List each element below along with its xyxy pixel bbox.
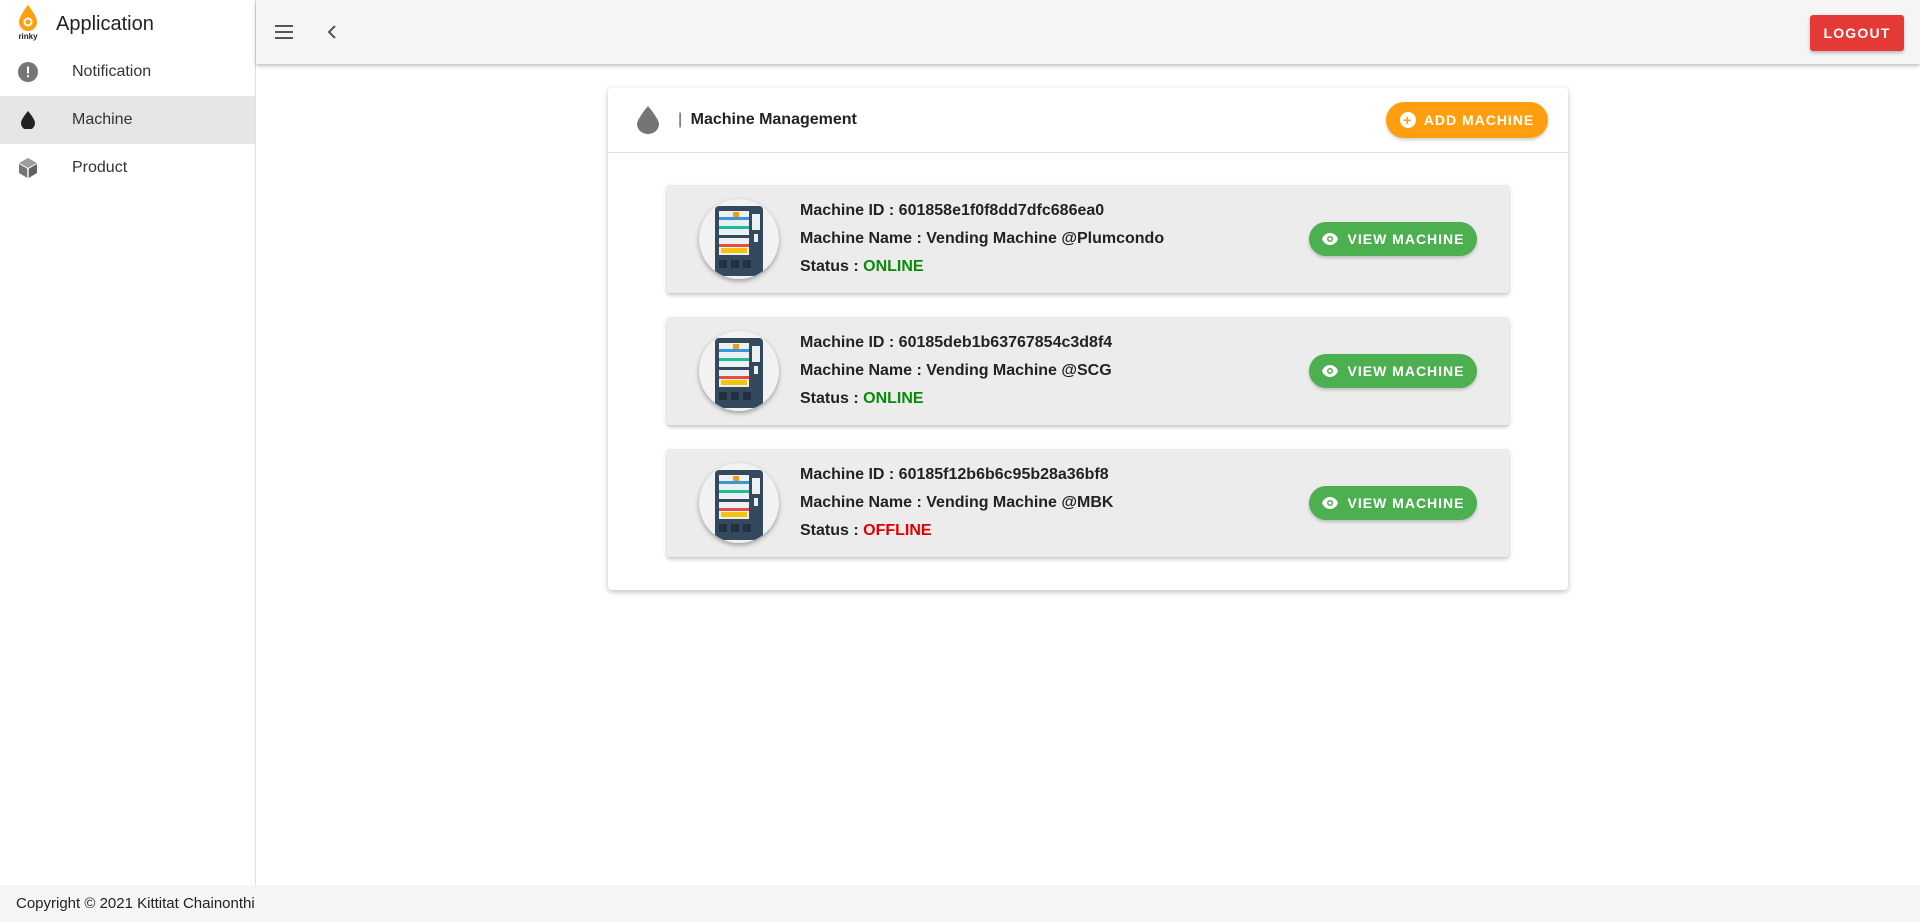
machine-row: Machine ID : 601858e1f0f8dd7dfc686ea0 Ma…	[667, 185, 1509, 293]
copyright-text: Copyright © 2021 Kittitat Chainonthi	[16, 895, 255, 912]
vending-machine-icon	[699, 463, 779, 543]
water-drop-icon	[636, 105, 660, 135]
sidebar: rinky Application Notification Machine P…	[0, 0, 256, 885]
machine-row: Machine ID : 60185deb1b63767854c3d8f4 Ma…	[667, 317, 1509, 425]
add-machine-button[interactable]: + ADD MACHINE	[1386, 102, 1548, 138]
machine-status-line: Status : ONLINE	[800, 253, 1164, 281]
sidebar-item-label: Machine	[72, 111, 133, 128]
view-machine-button[interactable]: VIEW MACHINE	[1309, 354, 1477, 388]
top-app-bar: LOGOUT	[256, 0, 1920, 64]
water-drop-icon	[18, 110, 38, 130]
sidebar-item-machine[interactable]: Machine	[0, 96, 255, 144]
footer: Copyright © 2021 Kittitat Chainonthi	[0, 885, 1920, 922]
logo-text: rinky	[18, 32, 38, 41]
machine-name: Machine Name : Vending Machine @Plumcond…	[800, 230, 1165, 247]
view-machine-button[interactable]: VIEW MACHINE	[1309, 222, 1477, 256]
sidebar-item-notification[interactable]: Notification	[0, 48, 255, 96]
title-separator: |	[678, 111, 683, 128]
machine-status-line: Status : ONLINE	[800, 385, 1112, 413]
machine-info: Machine ID : 60185f12b6b6c95b28a36bf8 Ma…	[800, 461, 1113, 545]
machine-management-card: | Machine Management + ADD MACHINE Machi…	[608, 88, 1568, 590]
machine-info: Machine ID : 601858e1f0f8dd7dfc686ea0 Ma…	[800, 197, 1164, 281]
view-machine-label: VIEW MACHINE	[1347, 495, 1465, 511]
eye-icon	[1321, 233, 1338, 245]
chevron-left-icon	[327, 25, 336, 39]
status-badge: ONLINE	[863, 390, 924, 407]
vending-machine-icon	[699, 331, 779, 411]
collapse-button[interactable]	[312, 12, 352, 52]
card-header: | Machine Management + ADD MACHINE	[608, 88, 1568, 153]
sidebar-item-product[interactable]: Product	[0, 144, 255, 192]
view-machine-label: VIEW MACHINE	[1347, 231, 1465, 247]
machine-name: Machine Name : Vending Machine @MBK	[800, 494, 1114, 511]
status-badge: ONLINE	[863, 258, 924, 275]
eye-icon	[1321, 365, 1338, 377]
app-logo[interactable]: rinky	[14, 4, 42, 44]
page-title: | Machine Management	[678, 111, 857, 129]
hamburger-icon	[275, 25, 293, 39]
status-badge: OFFLINE	[863, 522, 932, 539]
plus-circle-icon: +	[1399, 112, 1416, 128]
sidebar-item-label: Notification	[72, 63, 152, 80]
machine-id: Machine ID : 60185f12b6b6c95b28a36bf8	[800, 466, 1109, 483]
machine-row: Machine ID : 60185f12b6b6c95b28a36bf8 Ma…	[667, 449, 1509, 557]
status-label: Status :	[800, 522, 859, 539]
status-label: Status :	[800, 258, 859, 275]
vending-machine-icon	[699, 199, 779, 279]
logout-button[interactable]: LOGOUT	[1810, 15, 1904, 51]
cube-icon	[18, 158, 38, 178]
machine-info: Machine ID : 60185deb1b63767854c3d8f4 Ma…	[800, 329, 1112, 413]
machine-status-line: Status : OFFLINE	[800, 517, 1113, 545]
brand: rinky Application	[0, 0, 255, 48]
alert-circle-icon	[18, 62, 38, 82]
page-title-text: Machine Management	[690, 111, 857, 128]
view-machine-label: VIEW MACHINE	[1347, 363, 1465, 379]
machine-id: Machine ID : 601858e1f0f8dd7dfc686ea0	[800, 202, 1105, 219]
sidebar-item-label: Product	[72, 159, 128, 176]
app-title: Application	[56, 12, 154, 35]
machine-name: Machine Name : Vending Machine @SCG	[800, 362, 1112, 379]
menu-button[interactable]	[264, 12, 304, 52]
status-label: Status :	[800, 390, 859, 407]
add-machine-label: ADD MACHINE	[1423, 112, 1535, 128]
machine-id: Machine ID : 60185deb1b63767854c3d8f4	[800, 334, 1113, 351]
eye-icon	[1321, 497, 1338, 509]
view-machine-button[interactable]: VIEW MACHINE	[1309, 486, 1477, 520]
drop-logo-icon	[19, 5, 37, 31]
